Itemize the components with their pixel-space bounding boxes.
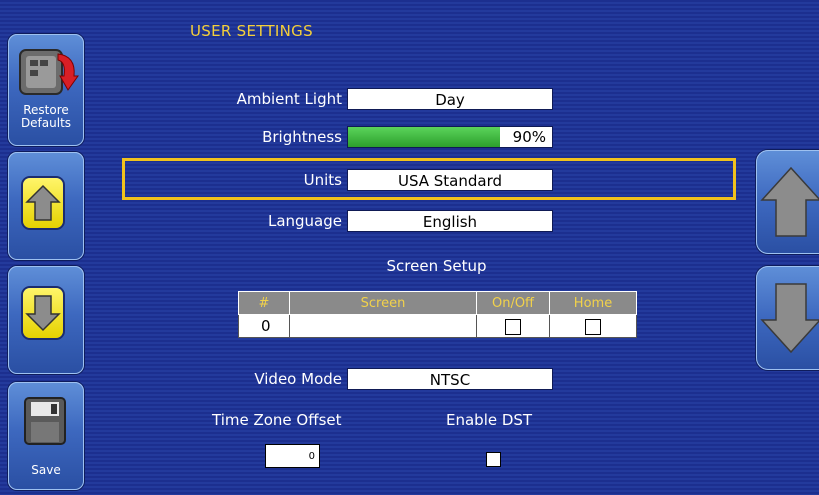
video-mode-field[interactable]: NTSC: [347, 368, 553, 390]
col-number: #: [238, 291, 290, 315]
col-screen: Screen: [289, 291, 477, 315]
screen-setup-table: # Screen On/Off Home 0: [238, 291, 637, 338]
language-label: Language: [267, 212, 342, 230]
video-mode-label: Video Mode: [254, 370, 342, 388]
ambient-light-label: Ambient Light: [236, 90, 342, 108]
save-label: Save: [31, 463, 61, 477]
brightness-slider[interactable]: 90%: [347, 126, 553, 148]
units-label: Units: [303, 171, 342, 189]
language-field[interactable]: English: [347, 210, 553, 232]
restore-defaults-button[interactable]: Restore Defaults: [8, 34, 84, 146]
row-on-off-cell: [476, 314, 550, 338]
screen-setup-title: Screen Setup: [386, 257, 487, 275]
down-arrow-icon: [25, 295, 61, 332]
on-off-checkbox[interactable]: [505, 318, 521, 335]
row-number: 0: [238, 314, 290, 338]
restore-icon: [19, 49, 79, 95]
dst-checkbox[interactable]: [486, 452, 501, 467]
row-screen[interactable]: [289, 314, 477, 338]
dst-label: Enable DST: [446, 411, 533, 429]
page-down-button[interactable]: [756, 266, 819, 370]
up-arrow-icon: [25, 184, 61, 221]
page-title: USER SETTINGS: [190, 22, 313, 40]
save-icon: [24, 397, 66, 445]
page-down-icon: [760, 283, 819, 354]
table-row[interactable]: 0: [238, 314, 637, 338]
ambient-light-field[interactable]: Day: [347, 88, 553, 110]
page-up-icon: [760, 166, 819, 237]
home-checkbox[interactable]: [585, 318, 601, 335]
scroll-down-button[interactable]: [8, 266, 84, 374]
time-zone-label: Time Zone Offset: [212, 411, 342, 429]
col-on-off: On/Off: [476, 291, 550, 315]
save-button[interactable]: Save: [8, 382, 84, 490]
scroll-up-button[interactable]: [8, 152, 84, 260]
restore-label-line2: Defaults: [20, 116, 72, 130]
brightness-label: Brightness: [262, 128, 342, 146]
up-arrow-frame: [23, 178, 63, 228]
row-home-cell: [549, 314, 637, 338]
units-field[interactable]: USA Standard: [347, 169, 553, 191]
brightness-value: 90%: [512, 128, 546, 146]
col-home: Home: [549, 291, 637, 315]
time-zone-input[interactable]: 0: [265, 444, 320, 468]
page-up-button[interactable]: [756, 150, 819, 254]
down-arrow-frame: [23, 288, 63, 338]
